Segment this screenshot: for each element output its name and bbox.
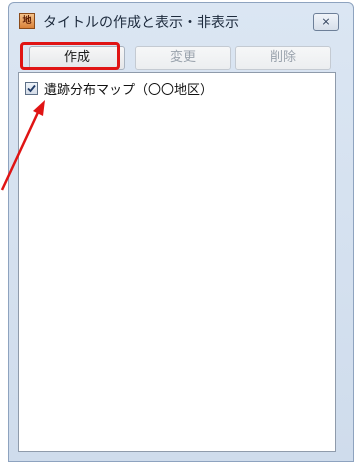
- annotation-arrow: [0, 100, 45, 191]
